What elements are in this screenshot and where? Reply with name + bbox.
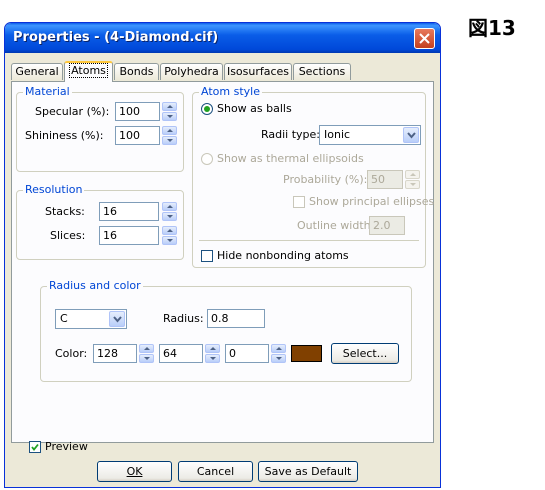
material-group-title: Material [23, 85, 72, 98]
window-title: Properties - (4-Diamond.cif) [13, 30, 219, 45]
radii-type-label: Radii type: [261, 128, 321, 141]
specular-input[interactable]: 100 [115, 102, 160, 121]
slices-input[interactable]: 16 [99, 226, 159, 245]
color-r-input[interactable]: 128 [93, 344, 137, 363]
probability-spinner[interactable] [405, 170, 420, 189]
resolution-group-title: Resolution [23, 183, 85, 196]
stacks-label: Stacks: [45, 205, 85, 218]
thermal-ellipsoids-radio[interactable] [201, 153, 213, 165]
save-as-default-button[interactable]: Save as Default [258, 461, 358, 482]
tab-atoms[interactable]: Atoms [64, 61, 113, 82]
thermal-ellipsoids-label: Show as thermal ellipsoids [217, 152, 364, 165]
outline-width-label: Outline width: [297, 219, 375, 232]
slices-label: Slices: [50, 229, 86, 242]
outline-width-input[interactable]: 2.0 [369, 216, 405, 235]
ok-label: OK [126, 465, 143, 478]
color-b-input[interactable]: 0 [225, 344, 269, 363]
title-bar[interactable]: Properties - (4-Diamond.cif) [5, 23, 440, 53]
tab-general[interactable]: General [11, 63, 63, 80]
stacks-spinner[interactable] [162, 202, 177, 221]
stacks-input[interactable]: 16 [99, 202, 159, 221]
hide-nonbonding-label: Hide nonbonding atoms [217, 249, 349, 262]
principal-ellipses-checkbox[interactable] [293, 196, 305, 208]
shininess-label: Shininess (%): [25, 129, 104, 142]
cancel-button[interactable]: Cancel [178, 461, 253, 482]
color-g-input[interactable]: 64 [159, 344, 203, 363]
atom-style-group: Atom style Show as balls Radii type: Ion… [192, 85, 434, 268]
radius-color-group-title: Radius and color [47, 279, 143, 292]
specular-label: Specular (%): [35, 105, 110, 118]
atoms-tab-panel: Material Specular (%): 100 Shininess (%)… [11, 81, 434, 443]
close-icon [419, 33, 430, 44]
divider [199, 240, 419, 241]
resolution-group: Resolution Stacks: 16 Slices: 16 [16, 183, 184, 260]
color-label: Color: [55, 347, 88, 360]
preview-label: Preview [45, 440, 88, 453]
radius-label: Radius: [163, 312, 204, 325]
close-button[interactable] [414, 28, 435, 49]
principal-ellipses-label: Show principal ellipses [309, 195, 435, 208]
radii-type-value: Ionic [324, 128, 351, 141]
chevron-down-icon [113, 316, 122, 323]
material-group: Material Specular (%): 100 Shininess (%)… [16, 85, 184, 172]
tab-polyhedra[interactable]: Polyhedra [160, 63, 223, 80]
color-g-spinner[interactable] [205, 344, 220, 363]
tab-bonds[interactable]: Bonds [114, 63, 159, 80]
color-b-spinner[interactable] [271, 344, 286, 363]
chevron-down-icon [407, 132, 416, 139]
radii-type-select[interactable]: Ionic [319, 125, 421, 145]
show-as-balls-label: Show as balls [217, 102, 292, 115]
ok-button[interactable]: OK [97, 461, 172, 482]
element-select[interactable]: C [55, 309, 127, 329]
cancel-label: Cancel [196, 465, 235, 478]
tab-sections[interactable]: Sections [293, 63, 351, 80]
check-icon [31, 443, 39, 451]
save-as-default-label: Save as Default [264, 465, 352, 478]
hide-nonbonding-checkbox[interactable] [201, 250, 213, 262]
shininess-spinner[interactable] [162, 126, 177, 145]
slices-spinner[interactable] [162, 226, 177, 245]
radius-color-group: Radius and color C Radius: 0.8 Color: 12… [40, 279, 412, 382]
radius-input[interactable]: 0.8 [207, 309, 265, 328]
color-r-spinner[interactable] [139, 344, 154, 363]
properties-dialog: Properties - (4-Diamond.cif) General Ato… [4, 22, 441, 488]
shininess-input[interactable]: 100 [115, 126, 160, 145]
specular-spinner[interactable] [162, 102, 177, 121]
atom-style-group-title: Atom style [199, 85, 262, 98]
select-color-button[interactable]: Select... [331, 343, 399, 364]
tab-isosurfaces[interactable]: Isosurfaces [224, 63, 292, 80]
show-as-balls-radio[interactable] [201, 103, 213, 115]
preview-checkbox[interactable] [29, 441, 41, 453]
probability-label: Probability (%): [283, 173, 368, 186]
element-value: C [60, 312, 68, 325]
probability-input[interactable]: 50 [367, 170, 403, 189]
color-swatch [291, 345, 322, 362]
figure-label: 図13 [468, 16, 516, 40]
